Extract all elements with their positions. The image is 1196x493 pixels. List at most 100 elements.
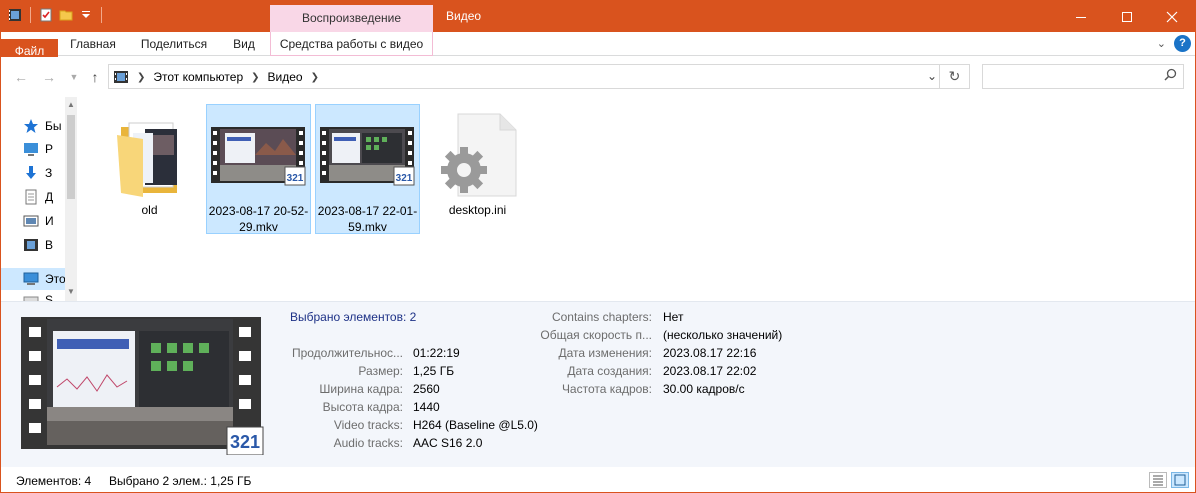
properties-icon[interactable] [38, 7, 54, 23]
prop-label: Contains chapters: [551, 310, 652, 324]
forward-button[interactable]: → [39, 67, 59, 87]
nav-item-this-pc[interactable]: Это [23, 268, 66, 290]
list-item-folder-old[interactable]: old [97, 104, 202, 234]
prop-value[interactable]: 2560 [413, 382, 440, 396]
scroll-up-icon[interactable]: ▲ [67, 100, 75, 109]
address-bar[interactable]: ❯ Этот компьютер ❯ Видео ❯ ⌄ ↻ [108, 64, 970, 89]
maximize-icon [1122, 11, 1132, 22]
chevron-right-icon[interactable]: ❯ [137, 72, 145, 83]
title-bar: Воспроизведение Видео [1, 1, 1195, 32]
crumb-this-pc[interactable]: Этот компьютер [153, 70, 243, 84]
nav-item-pictures[interactable]: И [23, 210, 54, 232]
prop-label: Дата создания: [567, 364, 652, 378]
ribbon-expand-icon[interactable]: ⌄ [1157, 37, 1166, 50]
ribbon-right-controls: ⌄ ? [1157, 35, 1191, 52]
list-item-video-1[interactable]: 321 2023-08-17 20-52-29.mkv [206, 104, 311, 234]
selection-summary: Выбрано 2 элем.: 1,25 ГБ [109, 474, 252, 488]
nav-item-label: Бы [45, 119, 62, 133]
prop-label: Частота кадров: [561, 382, 652, 396]
status-bar: Элементов: 4 Выбрано 2 элем.: 1,25 ГБ [1, 467, 1195, 492]
nav-item-label: S [45, 293, 54, 301]
video-library-icon [113, 69, 129, 85]
refresh-button[interactable]: ↻ [939, 65, 969, 88]
list-item-video-2[interactable]: 321 2023-08-17 22-01-59.mkv [315, 104, 420, 234]
back-button[interactable]: ← [11, 67, 31, 87]
nav-item-videos[interactable]: В [23, 234, 53, 256]
prop-value[interactable]: 2023.08.17 22:02 [663, 364, 756, 378]
file-name: 2023-08-17 22-01-59.mkv [317, 204, 418, 234]
toolbar-divider [30, 7, 31, 23]
explorer-window: Воспроизведение Видео Файл Главная Подел… [0, 0, 1196, 493]
drive-icon [23, 292, 39, 301]
tab-share[interactable]: Поделиться [135, 32, 213, 56]
prop-label: Общая скорость п... [540, 328, 652, 342]
prop-label: Размер: [358, 364, 403, 378]
search-box[interactable] [982, 64, 1184, 89]
tab-video-tools[interactable]: Средства работы с видео [270, 32, 433, 56]
scrollbar-thumb[interactable] [67, 115, 75, 199]
video-thumbnail-icon: 321 [316, 111, 419, 201]
selection-count: Выбрано элементов: 2 [290, 310, 417, 324]
pictures-icon [23, 213, 39, 229]
chevron-right-icon[interactable]: ❯ [311, 72, 319, 83]
list-item-desktop-ini[interactable]: desktop.ini [425, 104, 530, 234]
nav-item-documents[interactable]: Д [23, 186, 53, 208]
minimize-icon [1076, 16, 1086, 18]
details-view-button[interactable] [1149, 472, 1167, 488]
close-icon [1166, 11, 1178, 22]
playback-context-header: Воспроизведение [270, 5, 433, 32]
prop-value[interactable]: H264 (Baseline @L5.0) [413, 418, 538, 432]
prop-value[interactable]: Нет [663, 310, 683, 324]
window-title: Видео [446, 9, 482, 23]
folder-icon [97, 110, 202, 200]
tab-view[interactable]: Вид [225, 32, 263, 56]
file-name: desktop.ini [448, 203, 507, 217]
help-icon[interactable]: ? [1174, 35, 1191, 52]
nav-item-label: И [45, 214, 54, 228]
maximize-button[interactable] [1104, 1, 1150, 32]
prop-value[interactable]: AAC S16 2.0 [413, 436, 482, 450]
recent-locations-button[interactable]: ▼ [64, 67, 84, 87]
nav-item-label: Р [45, 142, 54, 156]
prop-label: Высота кадра: [322, 400, 403, 414]
file-list: old 321 2023-08-17 20-52-29.mkv 321 2023… [79, 97, 1195, 301]
address-history-dropdown[interactable]: ⌄ [927, 69, 937, 83]
details-view-icon [1153, 475, 1163, 486]
up-button[interactable]: ↑ [85, 67, 105, 87]
svg-text:321: 321 [230, 432, 260, 452]
nav-item-downloads[interactable]: З [23, 162, 52, 184]
tab-home[interactable]: Главная [63, 32, 123, 56]
new-folder-icon[interactable] [58, 7, 74, 23]
details-pane: 321 Выбрано элементов: 2 Продолжительнос… [1, 301, 1195, 467]
search-icon [1164, 68, 1177, 84]
close-button[interactable] [1149, 1, 1195, 32]
svg-text:321: 321 [286, 173, 303, 184]
prop-value[interactable]: 1,25 ГБ [413, 364, 454, 378]
video-thumbnail-icon: 321 [207, 111, 310, 201]
prop-value[interactable]: 01:22:19 [413, 346, 460, 360]
nav-item-label: Д [45, 190, 54, 204]
navigation-bar: ← → ▼ ↑ ❯ Этот компьютер ❯ Видео ❯ ⌄ ↻ [1, 57, 1195, 97]
video-folder-icon[interactable] [7, 7, 23, 23]
nav-item-drive[interactable]: S [23, 289, 53, 301]
document-icon [23, 189, 39, 205]
prop-value[interactable]: 2023.08.17 22:16 [663, 346, 756, 360]
nav-item-quick-access[interactable]: Бы [23, 115, 62, 137]
minimize-button[interactable] [1058, 1, 1104, 32]
prop-value[interactable]: 1440 [413, 400, 440, 414]
file-name: 2023-08-17 20-52-29.mkv [208, 204, 309, 234]
crumb-videos[interactable]: Видео [268, 70, 303, 84]
prop-label: Audio tracks: [333, 436, 403, 450]
prop-value[interactable]: (несколько значений) [663, 328, 782, 342]
toolbar-divider [101, 7, 102, 23]
chevron-down-icon[interactable] [78, 7, 94, 23]
breadcrumb: ❯ Этот компьютер ❯ Видео ❯ [113, 69, 319, 85]
nav-item-label: Это [45, 272, 66, 286]
scroll-down-icon[interactable]: ▼ [67, 287, 75, 296]
chevron-right-icon[interactable]: ❯ [251, 72, 259, 83]
svg-text:321: 321 [395, 173, 412, 184]
nav-item-desktop[interactable]: Р [23, 138, 53, 160]
large-icons-view-button[interactable] [1171, 472, 1189, 488]
prop-value[interactable]: 30.00 кадров/с [663, 382, 745, 396]
nav-scrollbar[interactable]: ▲ ▼ [65, 97, 77, 301]
